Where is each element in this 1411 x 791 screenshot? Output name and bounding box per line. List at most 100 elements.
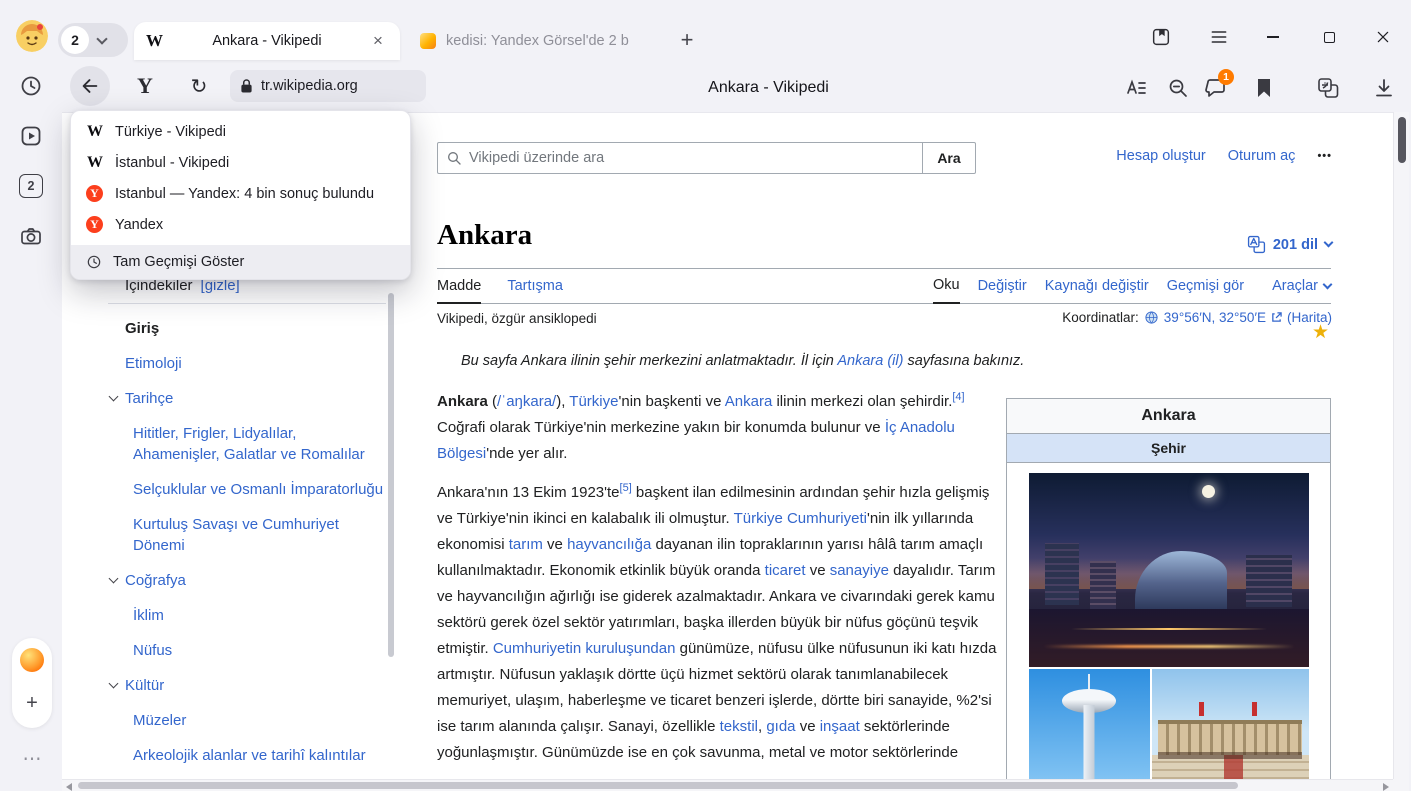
tools-menu[interactable]: Araçlar [1272,278,1331,303]
close-icon [1375,29,1391,45]
horizontal-scrollbar-thumb[interactable] [78,782,1238,789]
inline-link[interactable]: sanayiye [830,562,889,579]
vertical-scrollbar[interactable] [1393,112,1409,779]
toc-scrollbar-thumb[interactable] [388,293,394,657]
tab-edit[interactable]: Değiştir [978,278,1027,303]
search-submit-button[interactable]: Ara [922,142,976,174]
inline-link[interactable]: tekstil [720,718,758,735]
paragraph: Ankara'nın 13 Ekim 1923'te[5] başkent il… [437,480,1005,766]
scrollbar-corner [1393,779,1409,791]
toc-item-selcuklular[interactable]: Selçuklular ve Osmanlı İmparatorluğu [108,479,386,500]
inline-link[interactable]: Cumhuriyetin kuruluşundan [493,640,676,657]
new-tab-button[interactable]: + [674,27,700,53]
rail-more-button[interactable]: ⋯ [18,748,46,771]
tab-ankara-vikipedi[interactable]: W Ankara - Vikipedi × [134,22,400,60]
toc-item-tarihce[interactable]: Tarihçe [108,388,386,409]
atakule-tower-photo[interactable] [1029,669,1150,779]
scroll-left-arrow[interactable] [66,783,72,791]
inline-link[interactable]: Ankara (il) [837,353,903,369]
user-menu-button[interactable]: ••• [1317,150,1332,162]
reload-button[interactable]: ↻ [184,71,214,101]
menu-icon[interactable] [1206,24,1232,50]
infobox: Ankara Şehir [1006,398,1331,779]
text-segment: Bu sayfa Ankara ilinin şehir merkezini a… [461,353,837,369]
inline-link[interactable]: inşaat [820,718,860,735]
back-button[interactable] [70,66,110,106]
reader-mode-icon[interactable] [1124,76,1148,100]
wiki-search-input[interactable] [469,150,914,166]
tabs-panel-icon[interactable]: 2 [19,174,43,198]
inline-link[interactable]: Türkiye [569,393,618,410]
show-full-history-button[interactable]: Tam Geçmişi Göster [71,245,410,279]
text-segment: 'nde yer alır. [486,445,567,462]
history-item[interactable]: W Türkiye - Vikipedi [71,116,410,147]
tools-label: Araçlar [1272,278,1318,294]
text-segment: Coğrafi olarak Türkiye'nin merkezine yak… [437,419,885,436]
history-item[interactable]: W İstanbul - Vikipedi [71,147,410,178]
address-bar[interactable]: tr.wikipedia.org [230,70,426,102]
vertical-scrollbar-thumb[interactable] [1398,117,1406,163]
maximize-button[interactable] [1316,24,1342,50]
inline-link[interactable]: [5] [620,482,632,494]
language-selector[interactable]: 201 dil [1247,235,1332,254]
history-item[interactable]: Y Yandex [71,209,410,240]
log-in-link[interactable]: Oturum aç [1228,148,1296,164]
toc-item-muzeler[interactable]: Müzeler [108,710,386,731]
collections-icon[interactable] [1148,24,1174,50]
ankara-skyline-night-photo[interactable] [1029,473,1309,667]
downloads-icon[interactable] [1372,76,1396,100]
tab-talk[interactable]: Tartışma [507,278,563,303]
tab-edit-source[interactable]: Kaynağı değiştir [1045,278,1149,303]
toc-toggle-icon[interactable] [109,679,119,689]
toc-item-cografya[interactable]: Coğrafya [108,570,386,591]
history-item[interactable]: Y Istanbul — Yandex: 4 bin sonuç bulundu [71,178,410,209]
url-text: tr.wikipedia.org [261,78,358,94]
toc-toggle-icon[interactable] [109,574,119,584]
translate-icon[interactable] [1316,76,1340,100]
inline-link[interactable]: /ˈaŋkara/ [497,393,556,410]
video-play-icon[interactable] [19,124,43,148]
inline-link[interactable]: gıda [766,718,795,735]
scroll-right-arrow[interactable] [1383,783,1389,791]
horizontal-scrollbar[interactable] [62,779,1393,791]
inline-link[interactable]: hayvancılığa [567,536,651,553]
anitkabir-photo[interactable] [1152,669,1309,779]
toc-item-kurtulus[interactable]: Kurtuluş Savaşı ve Cumhuriyet Dönemi [108,514,386,556]
yandex-button[interactable]: Y [130,71,160,101]
tab-read[interactable]: Oku [933,277,960,304]
alice-assistant-button[interactable] [20,648,44,672]
inline-link[interactable]: tarım [509,536,543,553]
tab-count-badge: 2 [61,26,89,54]
tab-article[interactable]: Madde [437,278,481,304]
inline-link[interactable]: Türkiye Cumhuriyeti [734,510,867,527]
watchstar-icon[interactable]: ★ [1312,321,1329,344]
history-item-label: Istanbul — Yandex: 4 bin sonuç bulundu [115,186,374,202]
wiki-search-box[interactable] [437,142,923,174]
coordinates-link[interactable]: 39°56′N, 32°50′E [1164,310,1266,325]
history-icon[interactable] [19,74,43,98]
tab-view-history[interactable]: Geçmişi gör [1167,278,1244,303]
inline-link[interactable]: ticaret [765,562,806,579]
toc-item-nufus[interactable]: Nüfus [108,640,386,661]
zoom-icon[interactable] [1166,76,1190,100]
toc-item-hititler[interactable]: Hititler, Frigler, Lidyalılar, Ahamenişl… [108,423,386,465]
tab-counter[interactable]: 2 [58,23,128,57]
inline-link[interactable]: Ankara [725,393,773,410]
close-button[interactable] [1370,24,1396,50]
screenshot-icon[interactable] [19,224,43,248]
comments-icon[interactable]: 1 [1204,76,1228,100]
create-account-link[interactable]: Hesap oluştur [1116,148,1205,164]
add-widget-button[interactable]: + [20,692,44,716]
minimize-button[interactable] [1260,24,1286,50]
profile-avatar[interactable] [16,20,48,52]
toc-item-arkeolojik[interactable]: Arkeolojik alanlar ve tarihî kalıntılar [108,745,386,766]
close-tab-icon[interactable]: × [368,31,388,51]
toc-item-kultur[interactable]: Kültür [108,675,386,696]
bookmarks-flag-icon[interactable] [1252,76,1276,100]
toc-item-giris[interactable]: Giriş [108,318,386,339]
tab-yandex-gorsel[interactable]: kedisi: Yandex Görsel'de 2 b [410,22,672,60]
toc-item-etimoloji[interactable]: Etimoloji [108,353,386,374]
toc-item-iklim[interactable]: İklim [108,605,386,626]
inline-link[interactable]: [4] [952,391,964,403]
toc-toggle-icon[interactable] [109,392,119,402]
